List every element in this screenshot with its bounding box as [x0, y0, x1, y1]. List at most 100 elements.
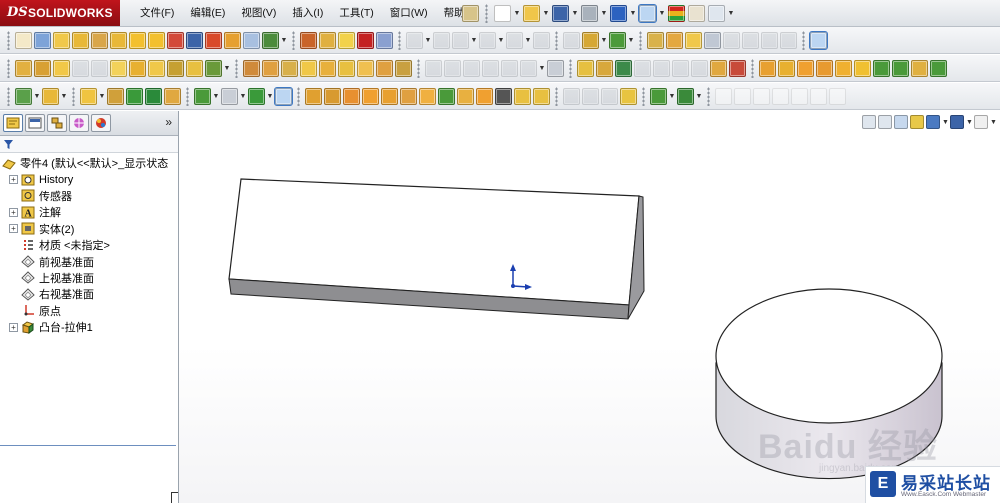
quick-snaps-icon[interactable]: [729, 59, 746, 77]
forming-dropdown-icon[interactable]: ▼: [696, 88, 703, 105]
split-line-icon[interactable]: [425, 59, 442, 77]
tree-item-sensors[interactable]: 传感器: [0, 188, 178, 204]
extruded-cut-icon[interactable]: [129, 59, 146, 77]
move-component-icon[interactable]: [107, 87, 124, 105]
display-relations-icon[interactable]: [691, 59, 708, 77]
weldment-icon[interactable]: [305, 87, 322, 105]
tree-item-boss-extrude[interactable]: + 凸台-拉伸1: [0, 319, 178, 335]
solidworks-logo[interactable]: DS SOLIDWORKS: [0, 0, 120, 26]
hole-wizard-icon[interactable]: [338, 59, 355, 77]
tree-filter-row[interactable]: [0, 136, 178, 153]
gusset-icon[interactable]: [381, 87, 398, 105]
section-view-icon[interactable]: [479, 31, 496, 49]
linear-sketch-pattern-icon[interactable]: [672, 59, 689, 77]
tree-item-solid-bodies[interactable]: + 实体(2): [0, 221, 178, 237]
configuration-manager-tab[interactable]: [47, 114, 67, 132]
reference-dropdown-icon[interactable]: ▼: [224, 60, 231, 77]
tree-item-annotations[interactable]: + A 注解: [0, 204, 178, 220]
save-icon[interactable]: [552, 4, 569, 22]
forming-tool-icon[interactable]: [677, 87, 694, 105]
tree-item-part[interactable]: 零件4 (默认<<默认>_显示状态: [0, 155, 178, 171]
undo-icon[interactable]: [610, 4, 627, 22]
hole-callout-icon[interactable]: [148, 31, 165, 49]
expand-toggle-icon[interactable]: +: [9, 322, 18, 332]
mold-tools-icon[interactable]: [715, 87, 732, 105]
composite-curve-icon[interactable]: [463, 59, 480, 77]
component-dropdown-icon[interactable]: ▼: [34, 88, 41, 105]
open-folder-icon[interactable]: [523, 4, 540, 22]
instant3d-icon[interactable]: [547, 59, 564, 77]
sketch-icon[interactable]: [34, 59, 51, 77]
layer-icon[interactable]: [300, 31, 317, 49]
curve-dropdown-icon[interactable]: [520, 59, 537, 77]
new-document-icon[interactable]: [494, 4, 511, 22]
convert-entities-icon[interactable]: [577, 59, 594, 77]
mirror-icon[interactable]: [357, 59, 374, 77]
mass-properties-icon[interactable]: [666, 31, 683, 49]
feature-manager-tab[interactable]: [3, 114, 23, 132]
weld-symbol-icon[interactable]: [129, 31, 146, 49]
reference-point-icon[interactable]: [221, 87, 238, 105]
print-dropdown-icon[interactable]: ▼: [601, 5, 608, 22]
core-icon[interactable]: [810, 87, 827, 105]
rebuild-traffic-light-icon[interactable]: [668, 4, 685, 22]
reference-point-dropdown-icon[interactable]: ▼: [240, 88, 247, 105]
auto-balloon-icon[interactable]: [91, 31, 108, 49]
detail-view-icon[interactable]: [506, 31, 523, 49]
check-icon[interactable]: [704, 31, 721, 49]
options-dropdown-icon[interactable]: ▼: [728, 5, 735, 22]
datum-target-icon[interactable]: [205, 31, 222, 49]
dimension-dropdown-icon[interactable]: ▼: [628, 32, 635, 49]
revolved-cut-icon[interactable]: [148, 59, 165, 77]
block-icon[interactable]: [243, 31, 260, 49]
center-mark-dropdown-icon[interactable]: ▼: [281, 32, 288, 49]
sketch-mode-toggle-icon[interactable]: [274, 86, 293, 106]
geometry-analysis-icon[interactable]: [723, 31, 740, 49]
file-properties-icon[interactable]: [688, 4, 705, 22]
color-dropdown-icon[interactable]: ▼: [471, 32, 478, 49]
bends-dropdown-icon[interactable]: ▼: [669, 88, 676, 105]
graphics-area[interactable]: ▼ ▼ ▼ Baidu 经验 jingyan.baidu.com E 易采站长站…: [179, 111, 1000, 503]
dome-icon[interactable]: [300, 59, 317, 77]
draft-analysis-icon[interactable]: [742, 31, 759, 49]
extend-surface-icon[interactable]: [911, 59, 928, 77]
hide-edge-icon[interactable]: [406, 31, 423, 49]
select-dropdown-icon[interactable]: ▼: [659, 5, 666, 22]
chamfer-icon[interactable]: [186, 59, 203, 77]
section-properties-icon[interactable]: [685, 31, 702, 49]
tree-item-origin[interactable]: 原点: [0, 303, 178, 319]
mirror-entities-icon[interactable]: [653, 59, 670, 77]
menu-tools[interactable]: 工具(T): [331, 0, 381, 26]
tree-item-right-plane[interactable]: 右视基准面: [0, 286, 178, 302]
move-entities-icon[interactable]: [634, 59, 651, 77]
rotate-component-icon[interactable]: [126, 87, 143, 105]
base-flange-icon[interactable]: [419, 87, 436, 105]
structural-member-icon[interactable]: [324, 87, 341, 105]
surface-loft-icon[interactable]: [816, 59, 833, 77]
surface-finish-icon[interactable]: [110, 31, 127, 49]
curve-through-points-icon[interactable]: [501, 59, 518, 77]
trim-surface-icon[interactable]: [892, 59, 909, 77]
insert-bends-icon[interactable]: [650, 87, 667, 105]
wrap-icon[interactable]: [319, 59, 336, 77]
smart-dimension-icon[interactable]: [609, 31, 626, 49]
scale-icon[interactable]: [829, 87, 846, 105]
helix-icon[interactable]: [482, 59, 499, 77]
surface-revolve-icon[interactable]: [778, 59, 795, 77]
cylinder-top-face[interactable]: [715, 288, 943, 424]
extruded-boss-icon[interactable]: [53, 59, 70, 77]
tooling-split-icon[interactable]: [791, 87, 808, 105]
new-dropdown-icon[interactable]: ▼: [514, 5, 521, 22]
hide-edge-dropdown-icon[interactable]: ▼: [425, 32, 432, 49]
datum-feature-icon[interactable]: [186, 31, 203, 49]
weld-bead-icon[interactable]: [400, 87, 417, 105]
mate-dropdown-icon[interactable]: ▼: [99, 88, 106, 105]
tree-item-top-plane[interactable]: 上视基准面: [0, 270, 178, 286]
pin-icon[interactable]: [462, 4, 479, 22]
fillet-icon[interactable]: [167, 59, 184, 77]
fold-icon[interactable]: [563, 87, 580, 105]
curve-icon[interactable]: [248, 87, 265, 105]
line-color-icon[interactable]: [338, 31, 355, 49]
flatten-icon[interactable]: [582, 87, 599, 105]
rib-icon[interactable]: [262, 59, 279, 77]
